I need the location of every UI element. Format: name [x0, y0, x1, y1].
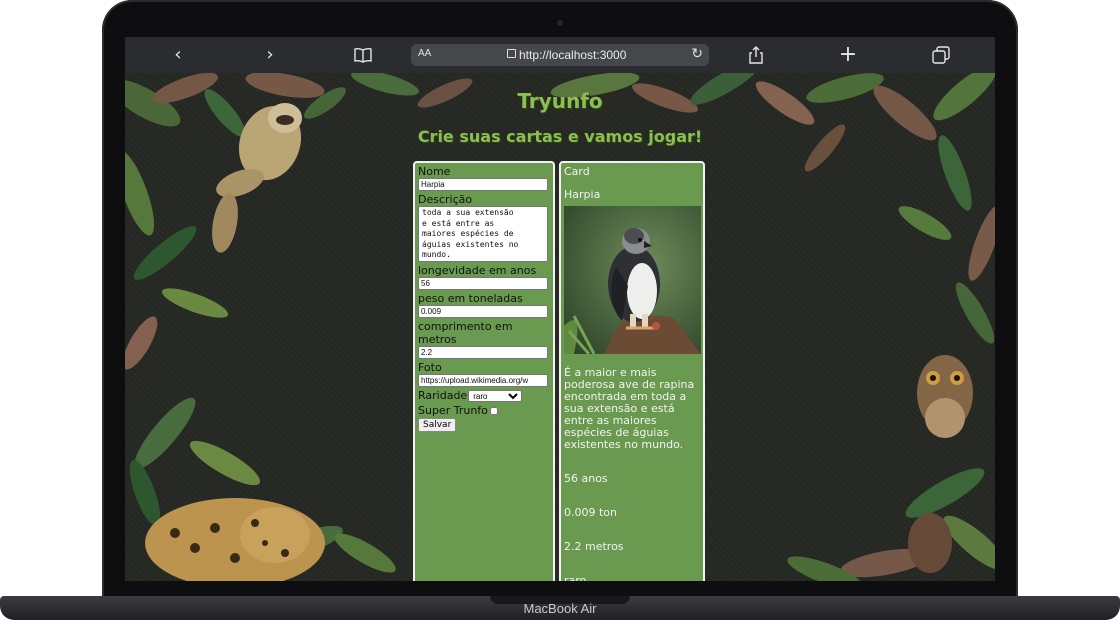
back-button[interactable]: ‹	[165, 43, 191, 67]
lock-icon	[507, 49, 516, 58]
share-icon	[749, 46, 763, 64]
card-heading: Card	[564, 165, 590, 178]
harpy-eagle-photo	[564, 206, 701, 354]
attr2-label: peso em toneladas	[418, 292, 523, 305]
address-bar[interactable]: AA http://localhost:3000 ↻	[411, 44, 709, 66]
foto-input[interactable]	[418, 374, 548, 387]
raridade-label: Raridade	[418, 389, 468, 402]
card-preview: Card Harpia É a maior e mais poderosa av…	[559, 161, 705, 581]
book-icon	[354, 47, 372, 63]
nome-input[interactable]	[418, 178, 548, 191]
tabs-overview-button[interactable]	[928, 43, 954, 67]
card-form: Nome Descrição toda a sua extensão e est…	[413, 161, 555, 581]
tabs-icon	[932, 46, 950, 64]
card-attr1: 56 anos	[564, 472, 608, 485]
supertrunfo-row: Super Trunfo	[418, 404, 553, 417]
page-title: Tryunfo	[517, 89, 603, 113]
card-attr3: 2.2 metros	[564, 540, 624, 553]
attr1-input[interactable]	[418, 277, 548, 290]
url-text: http://localhost:3000	[519, 48, 627, 62]
reload-icon[interactable]: ↻	[691, 45, 703, 62]
tryunfo-page: Tryunfo Crie suas cartas e vamos jogar! …	[125, 73, 995, 581]
attr1-label: longevidade em anos	[418, 264, 537, 277]
raridade-select[interactable]: raro	[468, 390, 523, 402]
browser-toolbar: ‹ › AA http://localhost:3000 ↻ +	[125, 37, 995, 73]
screen: ‹ › AA http://localhost:3000 ↻ + Tryunfo…	[125, 37, 995, 581]
card-attr2: 0.009 ton	[564, 506, 618, 519]
laptop-model-label: MacBook Air	[523, 601, 597, 616]
card-name: Harpia	[564, 188, 601, 201]
attr2-input[interactable]	[418, 305, 548, 318]
forward-button[interactable]: ›	[257, 43, 283, 67]
text-size-button[interactable]: AA	[418, 48, 431, 59]
page-subtitle: Crie suas cartas e vamos jogar!	[417, 127, 703, 146]
attr3-label: comprimento em metros	[418, 320, 513, 346]
nome-label: Nome	[418, 165, 451, 178]
new-tab-button[interactable]: +	[835, 43, 861, 67]
camera-icon	[557, 20, 563, 26]
attr3-input[interactable]	[418, 346, 548, 359]
card-description: É a maior e mais poderosa ave de rapina …	[564, 366, 695, 451]
card-rarity: raro	[564, 574, 587, 582]
foto-label: Foto	[418, 361, 442, 374]
salvar-button[interactable]: Salvar	[418, 418, 457, 432]
descricao-label: Descrição	[418, 193, 473, 206]
supertrunfo-checkbox[interactable]	[489, 407, 498, 415]
share-button[interactable]	[743, 43, 769, 67]
supertrunfo-label: Super Trunfo	[418, 404, 488, 417]
descricao-textarea[interactable]: toda a sua extensão e está entre as maio…	[418, 206, 548, 262]
bookmarks-button[interactable]	[350, 43, 376, 67]
raridade-row: Raridade raro	[418, 389, 553, 402]
